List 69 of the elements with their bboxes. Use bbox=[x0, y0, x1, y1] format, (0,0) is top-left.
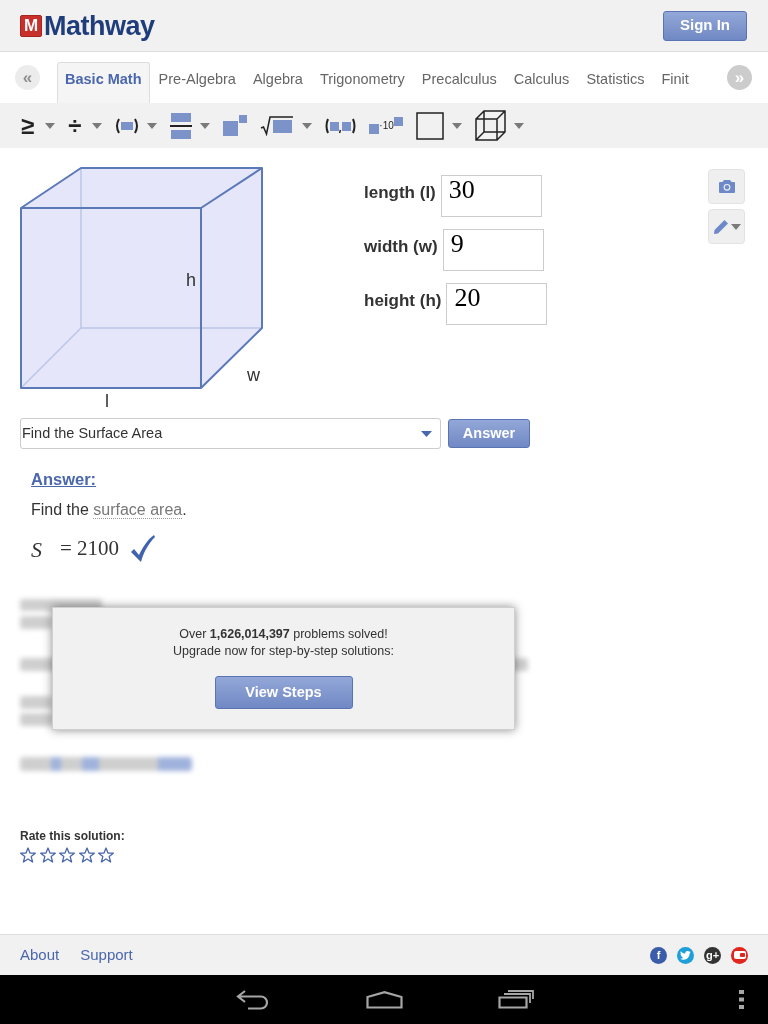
upgrade-text: Over 1,626,014,397 problems solved! bbox=[179, 626, 388, 643]
cube-outline-icon bbox=[474, 110, 506, 141]
subject-tab[interactable]: Precalculus bbox=[413, 62, 505, 103]
camera-button[interactable] bbox=[708, 169, 745, 204]
toolbar-button[interactable]: ·10 bbox=[369, 117, 403, 134]
dimension-label: l bbox=[105, 390, 109, 412]
dimension-label: w bbox=[247, 364, 260, 386]
subject-tab[interactable]: Trigonometry bbox=[311, 62, 413, 103]
star-rating[interactable] bbox=[20, 847, 114, 863]
caret-icon bbox=[421, 430, 432, 437]
overflow-menu-icon[interactable] bbox=[739, 990, 744, 1009]
pencil-button[interactable] bbox=[708, 209, 745, 244]
toolbar-button[interactable] bbox=[325, 117, 357, 134]
pencil-icon bbox=[712, 218, 729, 235]
field-label: height (h) bbox=[364, 290, 442, 313]
subject-tab[interactable]: Statistics bbox=[578, 62, 653, 103]
star-icon[interactable] bbox=[98, 847, 114, 863]
fraction-icon bbox=[170, 112, 193, 139]
rating-label: Rate this solution: bbox=[20, 829, 125, 843]
subject-tab[interactable]: Basic Math bbox=[57, 62, 150, 103]
subject-tab[interactable]: Algebra bbox=[244, 62, 311, 103]
toolbar-button[interactable] bbox=[260, 115, 313, 136]
back-icon[interactable] bbox=[236, 989, 271, 1010]
toolbar-button[interactable] bbox=[415, 111, 462, 140]
answer-link[interactable]: Answer: bbox=[31, 469, 97, 489]
term-link[interactable]: surface area bbox=[93, 501, 183, 519]
subject-tab[interactable]: Calculus bbox=[505, 62, 578, 103]
ordered-pair-icon bbox=[325, 117, 357, 134]
star-icon[interactable] bbox=[20, 847, 36, 863]
twitter-link[interactable] bbox=[677, 946, 694, 964]
math-result: = 2100 bbox=[60, 535, 120, 563]
recent-apps-icon[interactable] bbox=[498, 990, 535, 1009]
input-field[interactable]: 20 bbox=[446, 283, 548, 325]
input-field[interactable]: 9 bbox=[442, 229, 544, 271]
input-field[interactable]: 30 bbox=[440, 175, 542, 217]
star-icon[interactable] bbox=[59, 847, 75, 863]
math-variable: S bbox=[31, 535, 42, 564]
toolbar-button[interactable] bbox=[170, 112, 211, 139]
square-icon bbox=[369, 123, 380, 134]
home-icon[interactable] bbox=[366, 990, 403, 1009]
upgrade-text: Upgrade now for step-by-step solutions: bbox=[173, 643, 394, 660]
toolbar-button[interactable]: ≥ bbox=[21, 113, 56, 138]
subject-tab[interactable]: Finit bbox=[653, 62, 697, 103]
google-plus-link[interactable]: g+ bbox=[704, 946, 721, 964]
footer-link[interactable]: Support bbox=[80, 943, 133, 967]
logo-text[interactable]: Mathway bbox=[44, 9, 155, 42]
field-label: width (w) bbox=[364, 236, 438, 259]
problem-dropdown[interactable]: Find the Surface Area bbox=[20, 418, 441, 449]
toolbar-button[interactable] bbox=[474, 110, 524, 141]
youtube-link[interactable] bbox=[731, 946, 748, 964]
tag-icon bbox=[733, 951, 746, 959]
footer-link[interactable]: About bbox=[20, 943, 60, 967]
field-label: length (l) bbox=[364, 182, 436, 205]
answer-sentence: Find the surface area. bbox=[31, 500, 187, 520]
camera-icon bbox=[718, 180, 735, 193]
logo-mark[interactable]: M bbox=[20, 14, 42, 37]
exponent-icon bbox=[223, 114, 248, 137]
parentheses-icon bbox=[115, 117, 140, 134]
subject-tab[interactable]: Pre-Algebra bbox=[150, 62, 244, 103]
star-icon[interactable] bbox=[78, 847, 95, 863]
bird-icon bbox=[680, 950, 691, 960]
toolbar-button[interactable]: ÷ bbox=[68, 113, 103, 138]
star-icon[interactable] bbox=[39, 847, 56, 863]
square-root-icon bbox=[260, 115, 295, 136]
toolbar-button[interactable] bbox=[115, 117, 158, 134]
dimension-label: h bbox=[186, 269, 196, 291]
facebook-link[interactable]: f bbox=[650, 946, 667, 964]
superscript-square-icon bbox=[393, 117, 403, 126]
square-outline-icon bbox=[415, 111, 444, 140]
